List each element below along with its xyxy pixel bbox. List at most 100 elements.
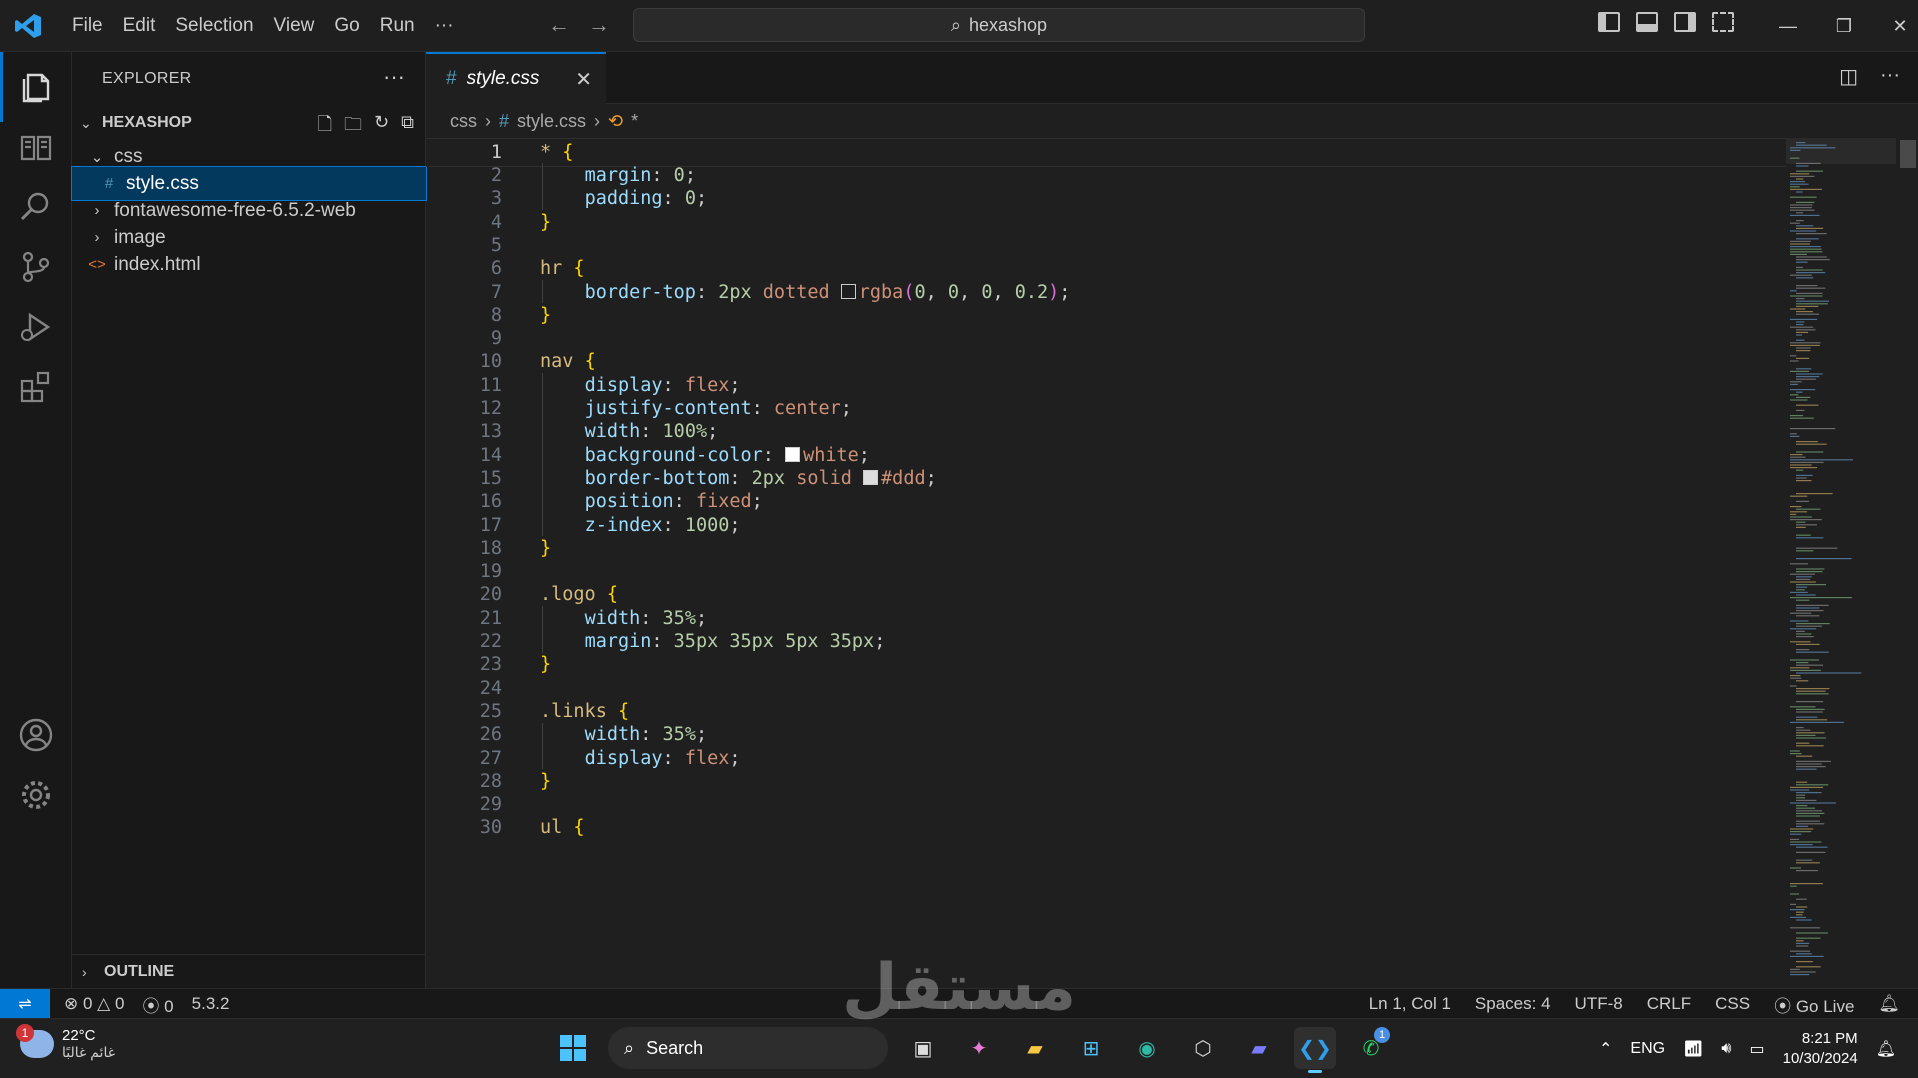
unity-icon[interactable]: ⬡ (1182, 1027, 1224, 1069)
minimap-line (1790, 243, 1810, 245)
editor-app-icon[interactable]: ▰ (1238, 1027, 1280, 1069)
clock[interactable]: 8:21 PM 10/30/2024 (1783, 1029, 1858, 1069)
scrollbar-thumb[interactable] (1900, 140, 1916, 168)
toggle-secondary-sidebar-icon[interactable] (1674, 12, 1696, 32)
minimap-line (1796, 586, 1808, 588)
minimap-line (1790, 196, 1817, 198)
editor-scrollbar[interactable] (1898, 138, 1918, 988)
microsoft-store-icon[interactable]: ⊞ (1070, 1027, 1112, 1069)
toggle-panel-icon[interactable] (1636, 12, 1658, 32)
code-text: border-top: 2px dotted rgba(0, 0, 0, 0.2… (584, 281, 1071, 303)
vscode-taskbar-icon[interactable]: ❮❯ (1294, 1027, 1336, 1073)
collapse-all-icon[interactable]: ⧉ (401, 112, 414, 142)
line-number: 29 (479, 794, 502, 816)
code-editor[interactable]: 1 * {2 margin: 0; 3 padding: 0; 4} 5 6 hr {7 b… (426, 138, 1786, 988)
minimap-line (1796, 812, 1825, 814)
refresh-icon[interactable]: ↻ (374, 112, 389, 142)
minimap-line (1796, 292, 1823, 294)
new-file-icon[interactable]: 🗋 (318, 112, 332, 142)
taskbar-search[interactable]: ⌕ Search (608, 1027, 888, 1069)
errors-indicator[interactable]: ⊗ 0 △ 0 (64, 994, 124, 1014)
outline-section-header[interactable]: › OUTLINE (72, 954, 426, 988)
minimap-line (1790, 516, 1812, 518)
close-tab-icon[interactable]: ✕ (575, 67, 592, 92)
whatsapp-icon[interactable]: ✆ 1 (1350, 1027, 1392, 1069)
menu-run[interactable]: Run (372, 11, 423, 41)
minimap-line (1790, 968, 1800, 970)
menu-go[interactable]: Go (326, 11, 367, 41)
more-actions-icon[interactable]: ··· (1880, 64, 1900, 89)
wifi-icon[interactable]: 📶︎ (1683, 1039, 1703, 1059)
encoding[interactable]: UTF-8 (1575, 994, 1623, 1014)
command-center[interactable]: ⌕ hexashop (633, 8, 1365, 42)
minimap-line (1796, 165, 1809, 167)
menu-edit[interactable]: Edit (115, 11, 164, 41)
line-endings[interactable]: CRLF (1647, 994, 1691, 1014)
minimap-line (1796, 233, 1827, 235)
battery-icon[interactable]: ▭ (1749, 1039, 1764, 1059)
code-text: } (540, 304, 552, 326)
minimap-line (1796, 259, 1830, 261)
breadcrumb-folder[interactable]: css (450, 111, 477, 132)
extensions-icon[interactable] (0, 352, 72, 422)
code-text: } (540, 654, 552, 676)
minimap-line (1796, 693, 1829, 695)
code-text: justify-content: center; (584, 398, 852, 420)
language-mode[interactable]: CSS (1715, 994, 1750, 1014)
toggle-primary-sidebar-icon[interactable] (1598, 12, 1620, 32)
explorer-sidebar: EXPLORER ··· ⌄ HEXASHOP 🗋 🗀 ↻ ⧉ ⌄ css # … (71, 52, 427, 988)
breadcrumb-symbol[interactable]: * (631, 111, 638, 132)
notification-bell-icon[interactable]: 🔔︎ (1876, 1039, 1896, 1059)
task-view-icon[interactable]: ▣ (902, 1027, 944, 1069)
minimap-line (1796, 742, 1810, 744)
minimap-line (1796, 672, 1862, 674)
menu-view[interactable]: View (266, 11, 323, 41)
tree-item-index-html[interactable]: <> index.html (72, 248, 426, 281)
weather-widget[interactable]: 1 22°C غائم غالبًا (16, 1024, 115, 1061)
bell-icon[interactable]: 🔔︎ (1878, 994, 1900, 1014)
minimap-line (1796, 225, 1814, 227)
split-editor-icon[interactable]: ◫ (1839, 64, 1858, 89)
menu-file[interactable]: File (64, 11, 111, 41)
ports-indicator[interactable]: ⦿ 0 (142, 992, 173, 1017)
cursor-position[interactable]: Ln 1, Col 1 (1369, 994, 1451, 1014)
input-language[interactable]: ENG (1630, 1040, 1665, 1058)
chevron-up-icon[interactable]: ⌃ (1599, 1039, 1612, 1059)
project-section-header[interactable]: ⌄ HEXASHOP 🗋 🗀 ↻ ⧉ (72, 108, 426, 138)
minimap-line (1790, 667, 1810, 669)
tree-item-label: style.css (126, 172, 199, 194)
copilot-icon[interactable]: ✦ (958, 1027, 1000, 1069)
go-live-button[interactable]: ⦿ Go Live (1774, 992, 1854, 1017)
minimap-line (1790, 186, 1800, 188)
edge-browser-icon[interactable]: ◉ (1126, 1027, 1168, 1069)
tab-style-css[interactable]: # style.css ✕ (426, 52, 606, 104)
breadcrumb-file[interactable]: style.css (517, 111, 586, 132)
minimap-line (1796, 578, 1811, 580)
restore-icon[interactable]: ❐ (1816, 0, 1872, 52)
version-label[interactable]: 5.3.2 (192, 994, 230, 1014)
code-line[interactable]: 30 ul { (426, 814, 1786, 843)
warning-count: 0 (114, 994, 125, 1013)
volume-icon[interactable]: 🔊︎ (1721, 1040, 1731, 1058)
minimap-viewport[interactable] (1786, 138, 1896, 164)
minimap[interactable] (1786, 138, 1896, 988)
indentation[interactable]: Spaces: 4 (1475, 994, 1551, 1014)
menu-selection[interactable]: Selection (167, 11, 261, 41)
minimap-line (1790, 344, 1820, 346)
minimap-line (1796, 898, 1807, 900)
file-explorer-icon[interactable]: ▰ (1014, 1027, 1056, 1069)
forward-arrow-icon[interactable]: → (588, 12, 610, 38)
customize-layout-icon[interactable] (1712, 12, 1734, 32)
remote-indicator-icon[interactable]: ⇌ (0, 989, 50, 1019)
minimap-line (1796, 321, 1805, 323)
windows-start-icon[interactable] (552, 1027, 594, 1069)
back-arrow-icon[interactable]: ← (548, 12, 570, 38)
minimap-line (1796, 298, 1805, 300)
menu-more[interactable]: ··· (427, 11, 462, 41)
minimize-icon[interactable]: — (1760, 0, 1816, 52)
new-folder-icon[interactable]: 🗀 (344, 112, 362, 142)
more-actions-icon[interactable]: ··· (383, 64, 405, 90)
close-window-icon[interactable]: ✕ (1872, 0, 1918, 52)
activity-bar (0, 52, 72, 988)
settings-gear-icon[interactable] (0, 760, 72, 830)
